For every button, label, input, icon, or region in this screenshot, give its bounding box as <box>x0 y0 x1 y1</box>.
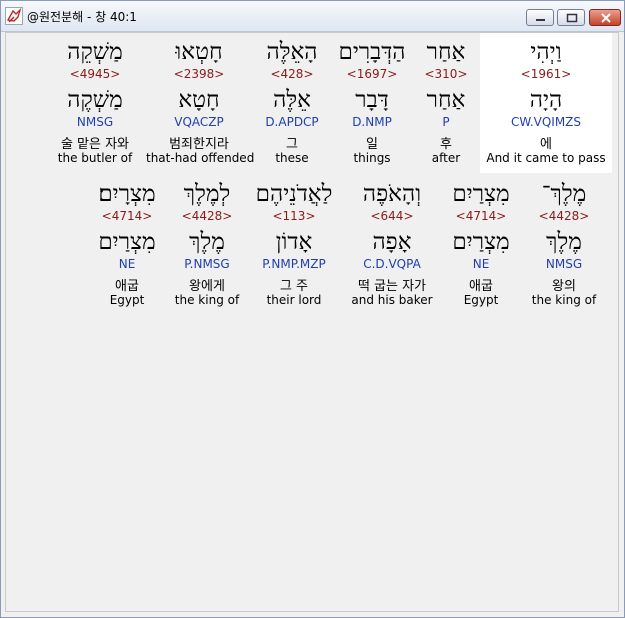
word-cell[interactable]: הַדְּבָרִים <1697> דָּבָר D.NMP 일 things <box>331 33 413 173</box>
lexeme: מֶלֶךְ <box>546 229 582 255</box>
window-title: @원전분해 - 창 40:1 <box>27 10 137 24</box>
parsing-code: VQACZP <box>174 115 224 129</box>
korean-gloss: 애굽 <box>115 279 139 294</box>
word-cell[interactable]: וַיְהִי <1961> הָיָה CW.VQIMZS 에 And it … <box>480 33 612 173</box>
strong-number[interactable]: <428> <box>254 67 330 81</box>
english-gloss: and his baker <box>351 293 433 307</box>
english-gloss: And it came to pass <box>486 151 606 165</box>
english-gloss: these <box>275 151 309 165</box>
hebrew-word: מִצְרַיִם <box>452 181 510 207</box>
word-cell[interactable]: לַאֲדֹנֵיהֶם <113> אָדוֹן P.NMP.MZP 그 주 … <box>246 175 342 315</box>
minimize-button[interactable] <box>526 9 554 26</box>
strong-number[interactable]: <4428> <box>170 209 244 223</box>
word-cell[interactable]: לְמֶלֶךְ <4428> מֶלֶךְ P.NMSG 왕에게 the ki… <box>170 175 244 315</box>
strong-number[interactable]: <4428> <box>522 209 606 223</box>
korean-gloss: 일 <box>366 137 378 152</box>
lexeme: אַחַר <box>426 87 466 113</box>
hebrew-word: מֶלֶךְ־ <box>541 181 587 207</box>
dove-app-icon <box>5 7 23 25</box>
english-gloss: the king of <box>174 293 240 307</box>
strong-number[interactable]: <4714> <box>442 209 520 223</box>
lexeme: אָדוֹן <box>275 229 313 255</box>
strong-number[interactable]: <4945> <box>46 67 144 81</box>
hebrew-word: חָטְאוּ <box>175 39 223 65</box>
english-gloss: things <box>353 151 391 165</box>
korean-gloss: 그 <box>286 137 298 152</box>
strong-number[interactable]: <1697> <box>331 67 413 81</box>
english-gloss: after <box>431 151 461 165</box>
lexeme: אֵלֶּה <box>273 87 311 113</box>
strong-number[interactable]: <2398> <box>146 67 252 81</box>
strong-number[interactable]: <644> <box>344 209 440 223</box>
lexeme: אָפָה <box>372 229 412 255</box>
word-cell[interactable]: מַשְׁקֵה <4945> מַשְׁקֶה NMSG 술 맡은 자와 th… <box>46 33 144 173</box>
hebrew-word: וַיְהִי <box>530 39 562 65</box>
parsing-code: C.D.VQPA <box>363 257 421 271</box>
parsing-code: P <box>442 115 450 129</box>
minimize-icon <box>536 19 545 21</box>
parsing-code: NMSG <box>545 257 583 271</box>
strong-number[interactable]: <4714> <box>86 209 168 223</box>
title-bar[interactable]: @원전분해 - 창 40:1 <box>1 1 624 32</box>
maximize-icon <box>566 13 578 23</box>
word-cell[interactable]: הָאֵלֶּה <428> אֵלֶּה D.APDCP 그 these <box>254 33 330 173</box>
close-button[interactable] <box>589 9 621 26</box>
maximize-button[interactable] <box>557 9 585 26</box>
analysis-window: @원전분해 - 창 40:1 וַיְהִי <1961> הָיָה CW.V… <box>0 0 625 618</box>
english-gloss: their lord <box>266 293 322 307</box>
close-icon <box>601 13 611 23</box>
lexeme: מֶלֶךְ <box>189 229 225 255</box>
hebrew-word: הָאֵלֶּה <box>266 39 318 65</box>
interlinear-panel: וַיְהִי <1961> הָיָה CW.VQIMZS 에 And it … <box>5 32 619 612</box>
korean-gloss: 왕의 <box>552 279 576 294</box>
word-cell[interactable]: חָטְאוּ <2398> חָטָא VQACZP 범죄한지라 that-h… <box>146 33 255 173</box>
hebrew-word: לַאֲדֹנֵיהֶם <box>255 181 333 207</box>
parsing-code: D.APDCP <box>265 115 319 129</box>
word-cell[interactable]: וְהָאֹפֶה <644> אָפָה C.D.VQPA 떡 굽는 자가 a… <box>344 175 440 315</box>
lexeme: מַשְׁקֶה <box>67 87 123 113</box>
english-gloss: Egypt <box>109 293 145 307</box>
lexeme: מִצְרַיִם <box>98 229 156 255</box>
strong-number[interactable]: <310> <box>412 67 480 81</box>
parsing-code: P.NMSG <box>184 257 230 271</box>
korean-gloss: 애굽 <box>469 279 493 294</box>
parsing-code: D.NMP <box>352 115 392 129</box>
hebrew-word: מַשְׁקֵה <box>67 39 123 65</box>
parsing-code: P.NMP.MZP <box>262 257 326 271</box>
korean-gloss: 에 <box>540 137 552 152</box>
english-gloss: Egypt <box>463 293 499 307</box>
lexeme: מִצְרַיִם <box>452 229 510 255</box>
korean-gloss: 후 <box>440 137 452 152</box>
hebrew-word: וְהָאֹפֶה <box>362 181 422 207</box>
hebrew-word: אַחַר <box>426 39 466 65</box>
korean-gloss: 그 주 <box>279 279 309 294</box>
strong-number[interactable]: <1961> <box>480 67 612 81</box>
english-gloss: the king of <box>531 293 597 307</box>
word-cell[interactable]: אַחַר <310> אַחַר P 후 after <box>412 33 480 173</box>
korean-gloss: 떡 굽는 자가 <box>357 279 427 294</box>
parsing-code: NMSG <box>76 115 114 129</box>
hebrew-word: הַדְּבָרִים <box>338 39 406 65</box>
english-gloss: the butler of <box>57 151 133 165</box>
parsing-code: NE <box>472 257 490 271</box>
strong-number[interactable]: <113> <box>246 209 342 223</box>
korean-gloss: 범죄한지라 <box>169 137 229 152</box>
parsing-code: CW.VQIMZS <box>510 115 582 129</box>
lexeme: חָטָא <box>178 87 220 113</box>
parsing-code: NE <box>118 257 136 271</box>
hebrew-word: מִצְרָיִם׃ <box>98 181 156 207</box>
word-cell[interactable]: מִצְרַיִם <4714> מִצְרַיִם NE 애굽 Egypt <box>442 175 520 315</box>
word-cell[interactable]: מֶלֶךְ־ <4428> מֶלֶךְ NMSG 왕의 the king o… <box>522 175 606 315</box>
english-gloss: that-had offended <box>146 151 255 165</box>
word-cell[interactable]: מִצְרָיִם׃ <4714> מִצְרַיִם NE 애굽 Egypt <box>86 175 168 315</box>
korean-gloss: 술 맡은 자와 <box>60 137 130 152</box>
hebrew-word: לְמֶלֶךְ <box>183 181 231 207</box>
korean-gloss: 왕에게 <box>189 279 225 294</box>
lexeme: הָיָה <box>529 87 563 113</box>
lexeme: דָּבָר <box>355 87 389 113</box>
